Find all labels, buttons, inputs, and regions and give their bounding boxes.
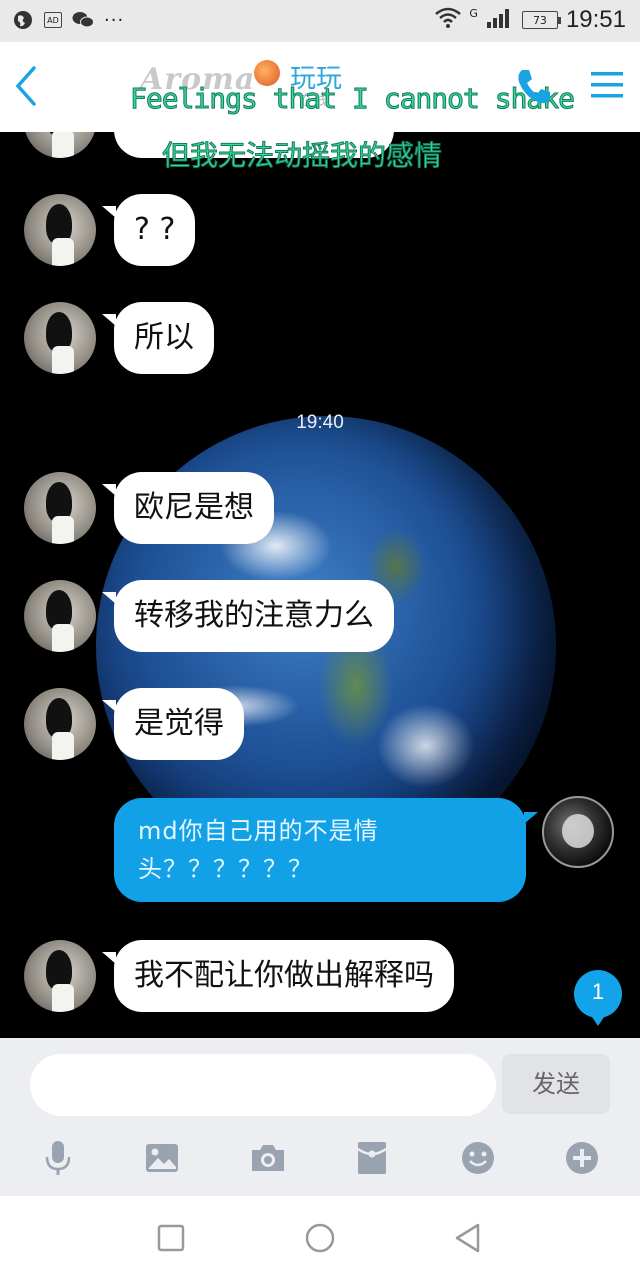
contact-avatar[interactable]	[24, 688, 96, 760]
contact-avatar[interactable]	[24, 194, 96, 266]
back-icon[interactable]	[10, 64, 44, 108]
recent-apps-icon[interactable]	[150, 1218, 190, 1258]
ad-icon: AD	[44, 12, 62, 28]
my-avatar[interactable]	[542, 796, 614, 868]
contact-avatar[interactable]	[24, 580, 96, 652]
message-bubble[interactable]: ? ?	[101, 194, 196, 266]
red-packet-icon[interactable]	[352, 1138, 392, 1178]
chat-area[interactable]: ? ? 所以 19:40 欧尼是想 转移我的注意力么 是觉得 md你自己用的不是…	[0, 132, 640, 1038]
status-bar: AD ··· G 73 19:51	[0, 0, 640, 42]
unread-badge[interactable]: 1	[574, 970, 622, 1026]
input-bar: 发送	[0, 1038, 640, 1196]
message-timestamp: 19:40	[296, 412, 344, 433]
overlay-caption-chinese: 但我无法动摇我的感情	[161, 139, 443, 173]
input-toolbar	[0, 1138, 640, 1182]
microphone-icon[interactable]	[38, 1138, 78, 1178]
message-bubble[interactable]: 是觉得	[102, 688, 244, 760]
wechat-icon	[72, 9, 94, 31]
contact-avatar[interactable]	[24, 302, 96, 374]
contact-avatar[interactable]	[24, 472, 96, 544]
message-bubble[interactable]: 转移我的注意力么	[102, 580, 394, 652]
message-bubble[interactable]: 我不配让你做出解释吗	[102, 940, 454, 1012]
wifi-icon	[435, 7, 462, 33]
globe-icon	[12, 9, 34, 31]
my-message-bubble[interactable]: md你自己用的不是情头？？？？？？	[114, 798, 538, 902]
overlay-caption-english: Feelings that I cannot shake	[129, 82, 575, 116]
signal-icon	[486, 7, 514, 33]
emoji-icon[interactable]	[458, 1138, 498, 1178]
status-time: 19:51	[565, 6, 626, 33]
camera-icon[interactable]	[248, 1138, 288, 1178]
chat-header: Aroma 玩玩 在线 Feelings that I cannot shake	[0, 42, 640, 132]
phone-call-icon[interactable]	[514, 66, 554, 106]
battery-icon: 73	[521, 11, 561, 29]
message-input[interactable]	[30, 1054, 496, 1116]
more-dots-icon: ···	[104, 9, 125, 31]
system-nav-bar	[0, 1196, 640, 1280]
message-bubble[interactable]: 欧尼是想	[102, 472, 274, 544]
plus-icon[interactable]	[562, 1138, 602, 1178]
menu-icon[interactable]	[590, 70, 624, 100]
image-icon[interactable]	[142, 1138, 182, 1178]
home-icon[interactable]	[300, 1218, 340, 1258]
send-button[interactable]: 发送	[502, 1054, 610, 1114]
network-type-label: G	[469, 6, 478, 20]
contact-avatar[interactable]	[24, 132, 96, 158]
message-bubble[interactable]: 所以	[102, 302, 214, 374]
back-icon[interactable]	[448, 1218, 488, 1258]
contact-avatar[interactable]	[24, 940, 96, 1012]
